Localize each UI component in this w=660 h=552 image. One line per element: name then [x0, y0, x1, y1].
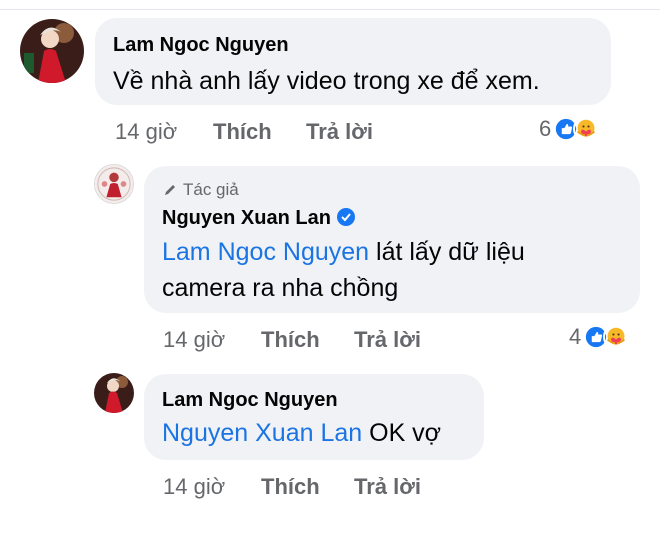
like-button[interactable]: Thích — [261, 474, 320, 500]
reaction-count: 6 — [539, 116, 552, 141]
mention-link[interactable]: Lam Ngoc Nguyen — [162, 238, 369, 266]
comment-text: Về nhà anh lấy video trong xe để xem. — [113, 67, 540, 95]
comment-actions: 14 giờ Thích Trả lời — [115, 119, 415, 145]
care-reaction-icon — [573, 116, 600, 142]
reply-bubble: Lam Ngoc Nguyen Nguyen Xuan Lan OK vợ — [144, 374, 484, 460]
comment-bubble: Lam Ngoc Nguyen Về nhà anh lấy video tro… — [95, 18, 611, 105]
avatar-nguyen-xuan-lan[interactable] — [94, 164, 134, 204]
like-button[interactable]: Thích — [261, 327, 320, 353]
reaction-count: 4 — [569, 324, 582, 349]
care-reaction-icon — [603, 324, 630, 350]
comment-text-body: OK vợ — [362, 419, 442, 447]
comment-actions: 14 giờ Thích Trả lời — [163, 327, 463, 353]
mention-link[interactable]: Nguyen Xuan Lan — [162, 419, 362, 447]
comment-text-line1: lát lấy dữ liệu — [369, 238, 525, 266]
comment-actions: 14 giờ Thích Trả lời — [163, 474, 463, 500]
verified-badge-icon — [336, 208, 355, 226]
reply-button[interactable]: Trả lời — [354, 474, 421, 500]
reaction-summary[interactable]: 4 — [569, 324, 630, 350]
reaction-summary[interactable]: 6 — [539, 116, 600, 142]
like-button[interactable]: Thích — [213, 119, 272, 145]
top-divider — [0, 9, 660, 10]
comment-time[interactable]: 14 giờ — [163, 327, 225, 353]
comment-author-name[interactable]: Nguyen Xuan Lan — [162, 207, 331, 229]
comment-time[interactable]: 14 giờ — [115, 119, 177, 145]
pencil-icon — [165, 185, 175, 195]
reply-button[interactable]: Trả lời — [306, 119, 373, 145]
comment-text-line2: camera ra nha chồng — [162, 274, 399, 302]
comment-author[interactable]: Nguyen Xuan Lan — [162, 207, 355, 230]
author-badge-label: Tác giả — [183, 180, 239, 199]
avatar-lam-ngoc-nguyen[interactable] — [94, 373, 134, 413]
avatar-lam-ngoc-nguyen[interactable] — [20, 19, 84, 83]
comment-author[interactable]: Lam Ngoc Nguyen — [162, 389, 338, 412]
comment-text: Lam Ngoc Nguyen lát lấy dữ liệu — [162, 234, 525, 270]
comment-text: Nguyen Xuan Lan OK vợ — [162, 415, 441, 451]
comment-time[interactable]: 14 giờ — [163, 474, 225, 500]
comment-author[interactable]: Lam Ngoc Nguyen — [113, 34, 289, 57]
author-badge: Tác giả — [163, 180, 239, 200]
reply-button[interactable]: Trả lời — [354, 327, 421, 353]
reply-bubble: Tác giả Nguyen Xuan Lan Lam Ngoc Nguyen … — [144, 166, 640, 313]
